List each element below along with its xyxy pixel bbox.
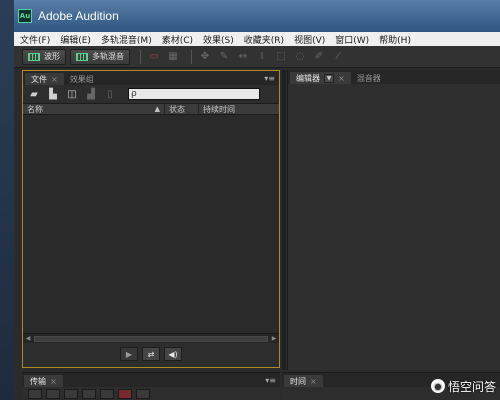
panel-menu-icon[interactable]: ▾≡ [264,74,275,83]
waveform-label: 波形 [44,52,60,61]
multitrack-label: 多轨混音 [92,52,124,61]
editor-panel-tabs: 编辑器 ▼ × 混音器 [288,70,500,84]
autoplay-speaker-icon[interactable]: ◀) [164,347,182,361]
file-list-header: 名称 ▲ 状态 持续时间 [23,103,279,115]
menu-view[interactable]: 视图(V) [294,33,325,46]
files-toolbar: ▰ ▙ ◫ ▟ ▯ ρ [23,85,279,103]
editor-canvas[interactable] [288,84,500,370]
horizontal-scrollbar[interactable]: ◀ ▶ [23,333,279,343]
multitrack-view-button[interactable]: 多轨混音 [70,48,130,65]
window-title: Adobe Audition [38,9,119,23]
import-file-icon[interactable]: ▙ [46,88,60,100]
tab-time[interactable]: 时间 × [284,375,323,387]
title-bar[interactable]: Au Adobe Audition [14,0,500,32]
main-toolbar: 波形 多轨混音 ▭ ▦ ✥ ✎ ↔ I ⬚ ◌ ✐ ⁄ [14,46,500,68]
loop-icon[interactable]: ⇄ [142,347,160,361]
column-name[interactable]: 名称 ▲ [23,104,165,114]
tab-transport-label: 传输 [30,376,46,386]
tab-effects-label: 效果组 [69,74,94,84]
transport-controls [22,387,280,400]
new-file-icon[interactable]: ◫ [65,88,79,100]
spot-healing-icon[interactable]: ⁄ [331,50,345,64]
spectral-frequency-icon[interactable]: ▭ [147,50,161,64]
tab-editor[interactable]: 编辑器 ▼ × [290,72,351,84]
scroll-left-icon[interactable]: ◀ [23,335,33,342]
lasso-tool-icon[interactable]: ◌ [293,50,307,64]
waveform-view-button[interactable]: 波形 [22,48,66,65]
column-status[interactable]: 状态 [165,104,199,114]
menu-help[interactable]: 帮助(H) [379,33,411,46]
tab-mixer-label: 混音器 [356,73,381,83]
open-folder-icon[interactable]: ▰ [27,88,41,100]
close-icon[interactable]: × [310,377,317,386]
column-duration-label: 持续时间 [203,104,235,114]
transport-panel: 传输 × ▾≡ [22,372,280,400]
menu-favorites[interactable]: 收藏夹(R) [244,33,284,46]
waveform-icon [28,52,40,61]
delete-trash-icon[interactable]: ▯ [103,88,117,100]
time-selection-tool-icon[interactable]: I [255,50,269,64]
editor-panel: 编辑器 ▼ × 混音器 [287,70,500,370]
razor-tool-icon[interactable]: ✎ [217,50,231,64]
scroll-right-icon[interactable]: ▶ [269,335,279,342]
app-window: Au Adobe Audition 文件(F) 编辑(E) 多轨混音(M) 素材… [14,0,500,400]
toolbar-divider [191,49,192,64]
move-tool-icon[interactable]: ✥ [198,50,212,64]
scroll-thumb[interactable] [34,335,268,342]
menu-clip[interactable]: 素材(C) [162,33,193,46]
stop-button[interactable] [28,389,42,399]
play-button[interactable] [46,389,60,399]
watermark-text: 悟空问答 [447,379,496,394]
files-panel-tabs: 文件 × 效果组 ▾≡ [23,71,279,85]
brush-tool-icon[interactable]: ✐ [312,50,326,64]
chevron-down-icon[interactable]: ▼ [324,73,334,83]
column-duration[interactable]: 持续时间 [199,104,279,114]
column-name-label: 名称 [27,104,43,114]
audition-logo-icon: Au [18,9,32,23]
close-icon[interactable]: × [50,377,57,386]
multitrack-icon [76,52,88,61]
tab-mixer[interactable]: 混音器 [351,72,387,84]
search-icon: ρ [131,89,137,99]
desktop-background [0,0,14,400]
watermark: ● 悟空问答 [430,378,496,394]
panel-splitter[interactable] [282,70,286,370]
close-icon[interactable]: × [51,75,58,84]
transport-panel-tabs: 传输 × ▾≡ [22,373,280,387]
menu-multitrack[interactable]: 多轨混音(M) [101,33,152,46]
files-footer: ▶ ⇄ ◀) [23,343,279,365]
tab-time-label: 时间 [290,376,306,386]
panel-menu-icon[interactable]: ▾≡ [265,376,276,385]
file-list[interactable] [23,115,279,333]
play-icon[interactable]: ▶ [120,347,138,361]
menu-effects[interactable]: 效果(S) [203,33,234,46]
slip-tool-icon[interactable]: ↔ [236,50,250,64]
wukong-logo-icon: ● [430,379,445,393]
sort-up-icon: ▲ [154,105,160,113]
menu-bar: 文件(F) 编辑(E) 多轨混音(M) 素材(C) 效果(S) 收藏夹(R) 视… [14,32,500,46]
marquee-tool-icon[interactable]: ⬚ [274,50,288,64]
menu-edit[interactable]: 编辑(E) [60,33,91,46]
close-icon[interactable]: × [338,74,345,83]
tab-editor-label: 编辑器 [296,73,320,83]
record-button[interactable] [118,389,132,399]
column-status-label: 状态 [169,104,185,114]
menu-window[interactable]: 窗口(W) [335,33,369,46]
tab-transport[interactable]: 传输 × [24,375,63,387]
tab-files-label: 文件 [31,74,47,84]
spectral-pitch-icon[interactable]: ▦ [166,50,180,64]
files-panel: 文件 × 效果组 ▾≡ ▰ ▙ ◫ ▟ ▯ ρ 名称 ▲ 状态 持续时间 ◀ ▶… [22,70,280,368]
insert-icon[interactable]: ▟ [84,88,98,100]
forward-button[interactable] [100,389,114,399]
tab-files[interactable]: 文件 × [25,73,64,85]
menu-file[interactable]: 文件(F) [20,33,50,46]
search-input[interactable]: ρ [128,88,260,100]
pause-button[interactable] [64,389,78,399]
tab-effects-rack[interactable]: 效果组 [64,73,100,85]
toolbar-divider [140,49,141,64]
rewind-button[interactable] [82,389,96,399]
loop-button[interactable] [136,389,150,399]
